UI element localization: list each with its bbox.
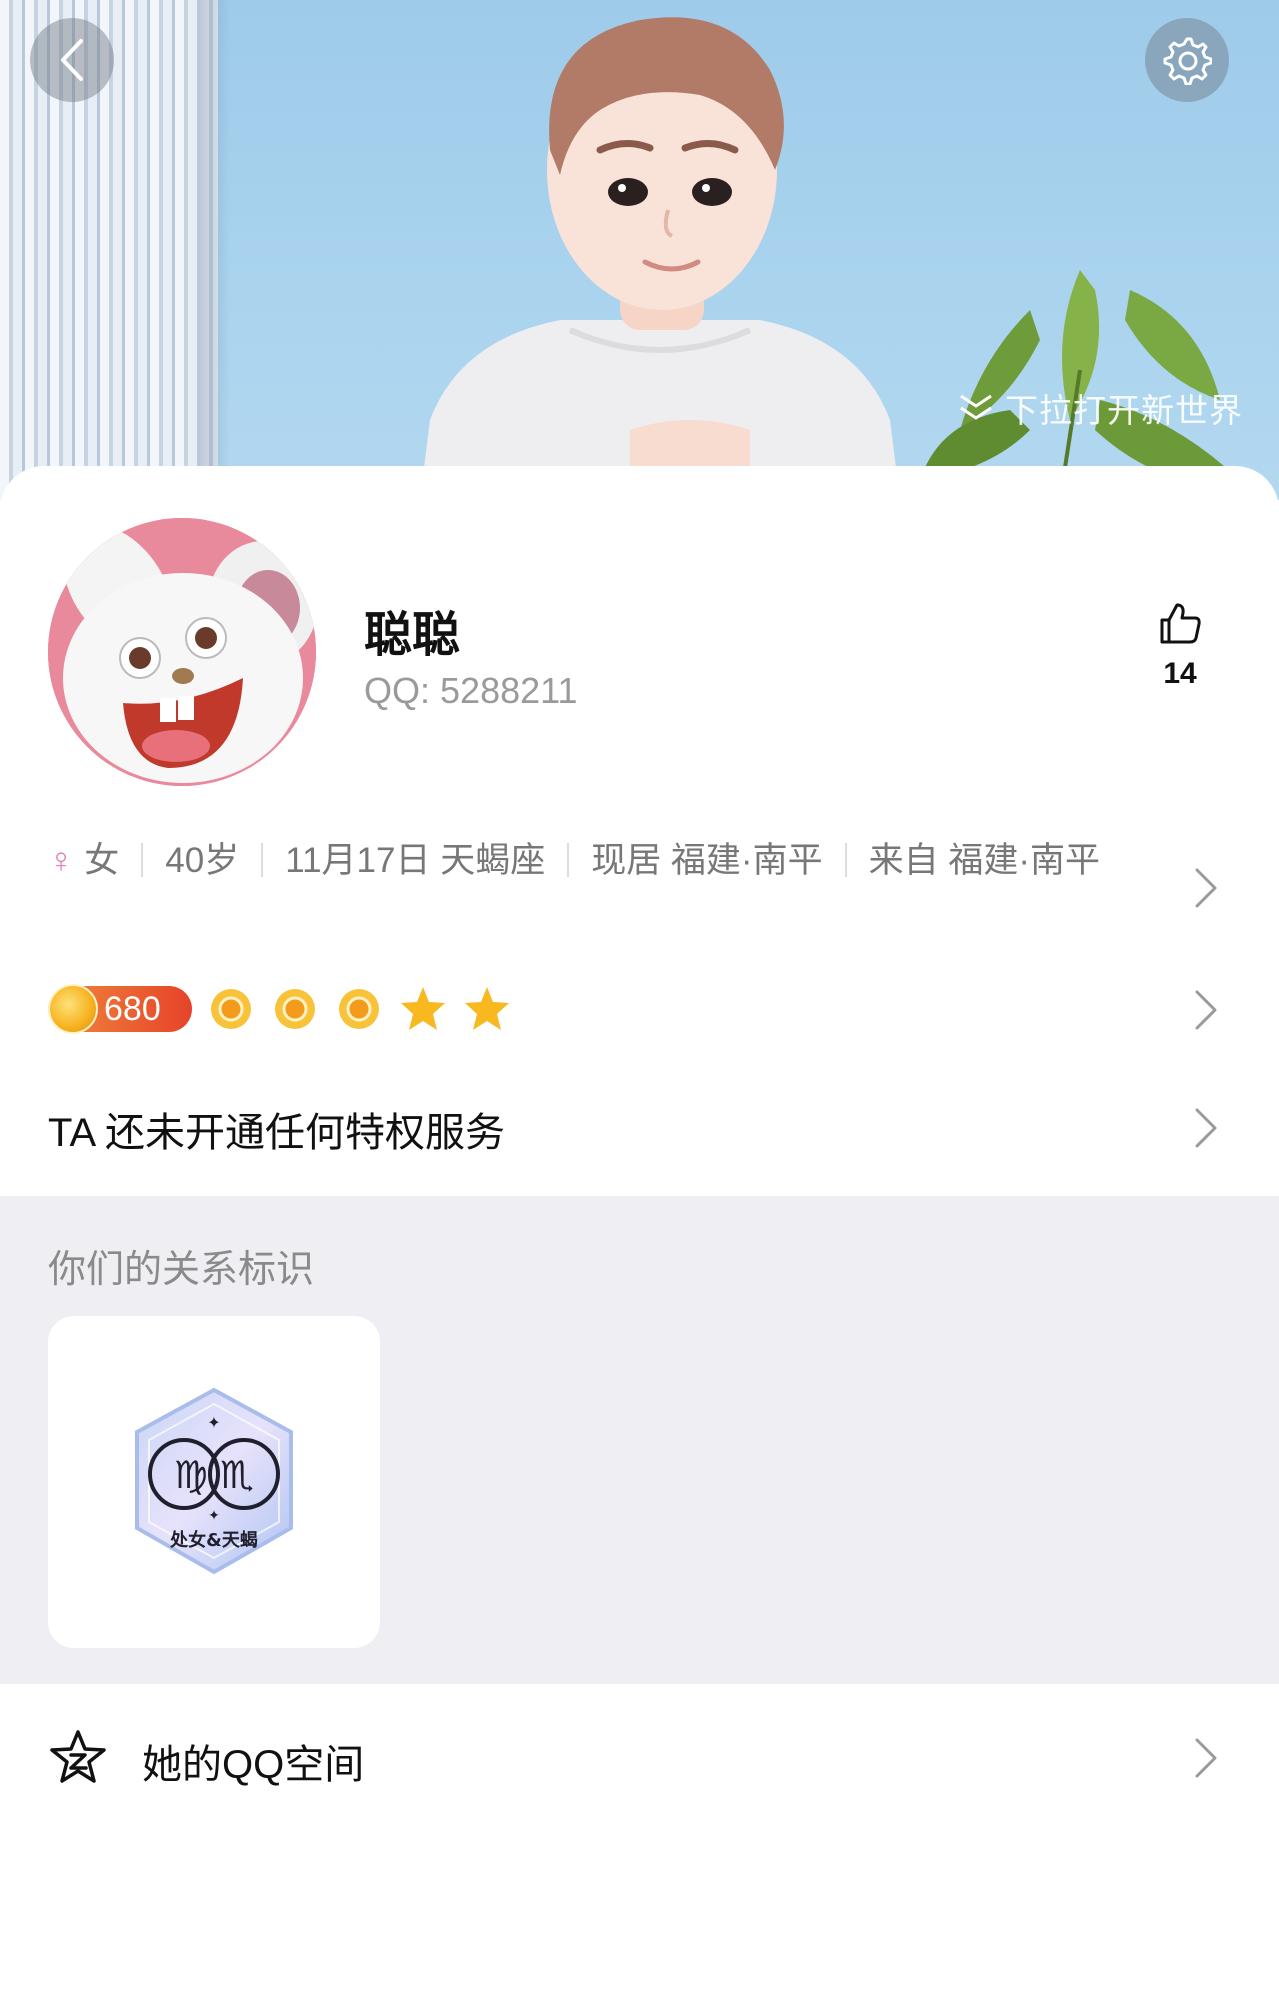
- relation-badge-text: 处女&天蝎: [169, 1529, 258, 1551]
- privilege-row[interactable]: TA 还未开通任何特权服务: [48, 1100, 505, 1158]
- star-level-icon: [465, 987, 509, 1030]
- coin-badge: 680: [48, 984, 192, 1034]
- sun-level-icon: [211, 989, 251, 1029]
- gear-icon: [1163, 37, 1212, 85]
- chevron-right-icon[interactable]: [1191, 986, 1221, 1034]
- like-button[interactable]: 14: [1140, 600, 1220, 691]
- star-level-icon: [401, 987, 445, 1030]
- pull-down-hint-text: 下拉打开新世界: [1005, 392, 1243, 429]
- sun-level-icon: [275, 989, 315, 1029]
- rabbit-avatar-image: [48, 518, 316, 786]
- like-count: 14: [1163, 657, 1197, 690]
- avatar-3d-figure: [420, 17, 900, 500]
- plant-decoration: [920, 270, 1250, 500]
- thumbs-up-icon: [1160, 603, 1201, 644]
- relation-title: 你们的关系标识: [48, 1249, 315, 1291]
- qzone-star-icon: [50, 1730, 106, 1783]
- chevron-right-icon[interactable]: [1191, 1104, 1221, 1152]
- svg-text:✦: ✦: [208, 1508, 220, 1524]
- chevron-right-icon[interactable]: [1191, 1734, 1221, 1782]
- age-text: 40岁: [165, 841, 240, 880]
- qq-label: QQ:: [364, 670, 431, 711]
- zodiac-relation-badge: ♍ ♏ ✦ ✦ 处女&天蝎: [135, 1387, 293, 1575]
- double-chevron-down-icon: [960, 394, 992, 420]
- nickname: 聪聪: [364, 607, 461, 663]
- qzone-row[interactable]: 她的QQ空间: [0, 1684, 1279, 1830]
- location-text: 现居 福建·南平: [591, 841, 823, 880]
- sun-level-icon: [339, 989, 379, 1029]
- birthday-text: 11月17日 天蝎座: [285, 841, 546, 880]
- chevron-left-icon: [61, 39, 83, 81]
- basic-info-row[interactable]: ♀ 女 40岁 11月17日 天蝎座 现居 福建·南平 来自 福建·南平: [48, 836, 1128, 886]
- qq-level-row[interactable]: 680: [48, 982, 512, 1036]
- qq-number-line: QQ: 5288211: [364, 670, 578, 712]
- hometown-text: 来自 福建·南平: [868, 841, 1100, 880]
- svg-text:✦: ✦: [207, 1413, 220, 1432]
- qzone-label: 她的QQ空间: [142, 1743, 365, 1787]
- settings-button[interactable]: [1145, 18, 1229, 102]
- zodiac-glyphs: ♍ ♏: [174, 1453, 254, 1497]
- pull-down-hint[interactable]: 下拉打开新世界: [957, 384, 1243, 432]
- female-icon: ♀: [48, 841, 75, 880]
- chevron-right-icon[interactable]: [1191, 864, 1221, 912]
- gender-text: 女: [84, 841, 120, 880]
- avatar[interactable]: [48, 518, 316, 786]
- profile-cover: 下拉打开新世界: [0, 0, 1279, 500]
- coin-icon: [48, 984, 98, 1034]
- back-button[interactable]: [30, 18, 114, 102]
- qq-number: 5288211: [440, 670, 578, 711]
- relation-badge-card[interactable]: ♍ ♏ ✦ ✦ 处女&天蝎: [48, 1316, 380, 1648]
- coin-points: 680: [104, 989, 161, 1028]
